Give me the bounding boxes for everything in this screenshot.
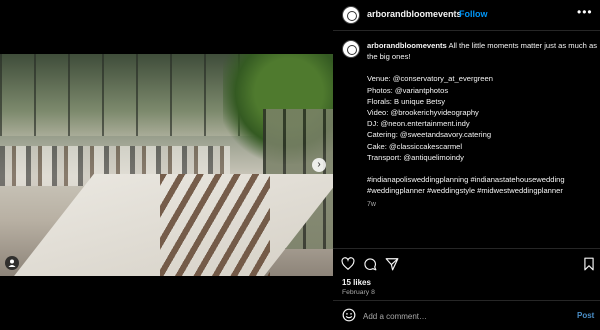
- post-media: ›: [0, 0, 333, 329]
- more-dots-icon[interactable]: •••: [577, 5, 593, 19]
- bookmark-icon[interactable]: [582, 257, 596, 271]
- avatar[interactable]: [342, 6, 360, 24]
- tagged-users-button[interactable]: [5, 256, 19, 270]
- post-caption: arborandbloomevents All the little momen…: [367, 40, 597, 211]
- comment-bar: Post: [333, 300, 600, 330]
- header-username[interactable]: arborandbloomevents: [367, 9, 462, 19]
- post-header: arborandbloomevents • Follow •••: [333, 0, 600, 31]
- caption-username[interactable]: arborandbloomevents: [367, 41, 447, 50]
- heart-icon[interactable]: [341, 257, 355, 271]
- credit-line: Cake: @classiccakescarmel: [367, 141, 463, 151]
- post-comment-button[interactable]: Post: [577, 311, 594, 320]
- caption-hashtags[interactable]: #indianapolisweddingplanning #indianasta…: [367, 174, 597, 196]
- photo-chairs: [160, 174, 270, 276]
- credit-line: Florals: B unique Betsy: [367, 96, 446, 106]
- chevron-right-icon: ›: [317, 159, 321, 170]
- share-icon[interactable]: [385, 257, 399, 271]
- credit-line: Venue: @conservatory_at_evergreen: [367, 74, 493, 84]
- comment-input[interactable]: [363, 310, 563, 322]
- credit-line: Transport: @antiquelimoindy: [367, 152, 464, 162]
- follow-button[interactable]: Follow: [459, 9, 488, 19]
- user-tag-icon: [8, 259, 16, 267]
- like-count[interactable]: 15 likes: [342, 278, 371, 287]
- post-side-panel: arborandbloomevents • Follow ••• arboran…: [333, 0, 600, 329]
- credit-line: DJ: @neon.entertainment.indy: [367, 119, 470, 129]
- header-separator: •: [453, 9, 457, 19]
- post-photo[interactable]: [0, 54, 333, 276]
- post-time-ago[interactable]: 7w: [367, 199, 597, 210]
- credit-line: Photos: @variantphotos: [367, 85, 449, 95]
- post-date: February 8: [342, 289, 375, 296]
- credit-line: Video: @brookerichyvideography: [367, 108, 479, 118]
- credit-line: Catering: @sweetandsavory.catering: [367, 130, 492, 140]
- comment-icon[interactable]: [363, 257, 377, 271]
- emoji-icon[interactable]: [342, 308, 356, 322]
- next-photo-button[interactable]: ›: [312, 158, 326, 172]
- caption-avatar[interactable]: [342, 40, 360, 58]
